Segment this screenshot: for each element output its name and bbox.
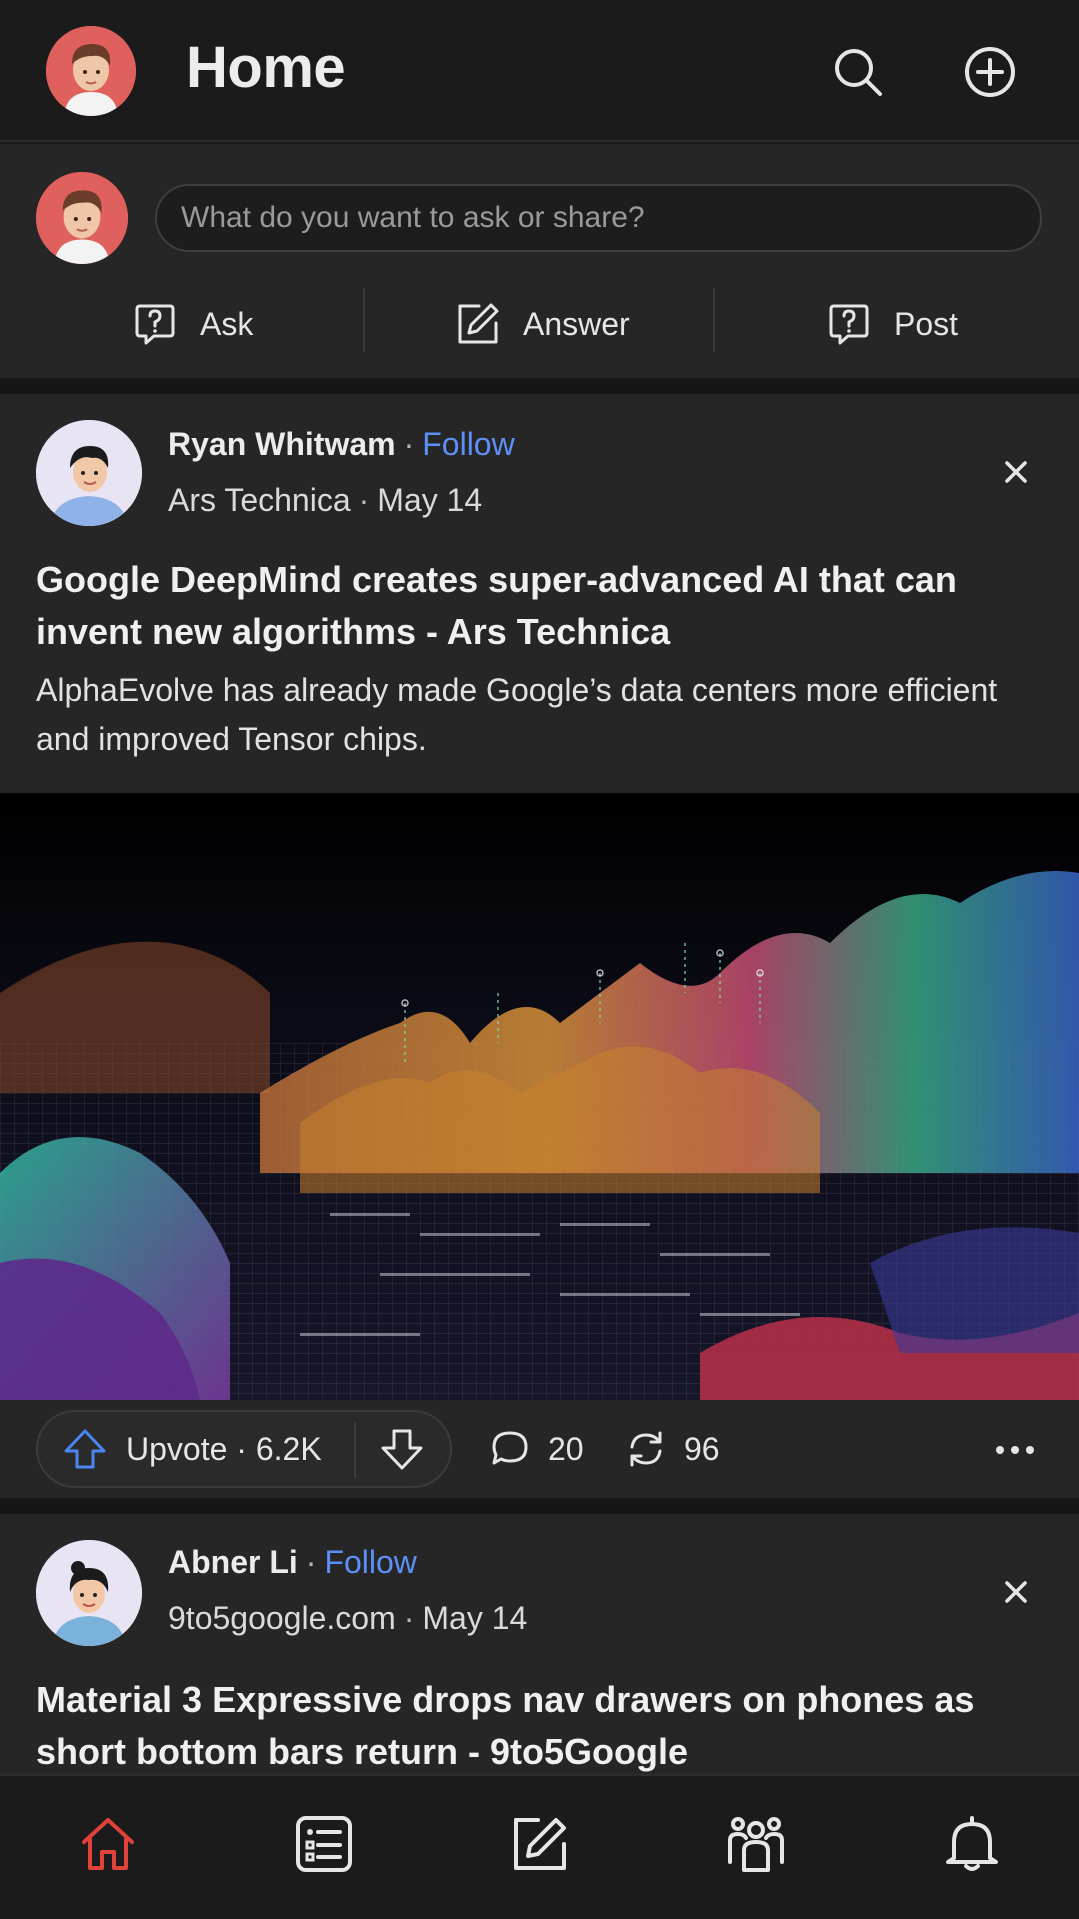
divider <box>713 288 715 352</box>
author-avatar[interactable] <box>36 1540 142 1646</box>
post-date: May 14 <box>377 482 483 518</box>
search-icon[interactable] <box>828 42 888 102</box>
source-line: 9to5google.com · May 14 <box>168 1600 528 1636</box>
post-date: May 14 <box>422 1600 528 1636</box>
comment-count: 20 <box>548 1430 584 1467</box>
composer: What do you want to ask or share? Ask An… <box>0 144 1079 378</box>
source-name[interactable]: Ars Technica <box>168 482 351 518</box>
ask-label: Ask <box>200 305 254 342</box>
bottom-nav <box>0 1774 1079 1919</box>
answer-button[interactable]: Answer <box>455 284 630 364</box>
reshare-icon <box>630 1431 662 1467</box>
bell-icon[interactable] <box>940 1812 1004 1876</box>
feed-icon[interactable] <box>292 1812 356 1876</box>
close-icon[interactable] <box>996 452 1036 492</box>
feed-separator <box>0 1498 1079 1514</box>
post-excerpt[interactable]: AlphaEvolve has already made Google’s da… <box>36 666 1046 764</box>
author-avatar[interactable] <box>36 420 142 526</box>
feed-separator <box>0 378 1079 394</box>
upvote-label: Upvote · 6.2K <box>126 1430 322 1467</box>
downvote-icon[interactable] <box>378 1425 426 1473</box>
home-icon[interactable] <box>76 1812 140 1876</box>
question-icon <box>829 304 869 345</box>
post-image[interactable] <box>0 793 1079 1400</box>
question-icon <box>135 304 175 345</box>
reshare-count: 96 <box>684 1430 720 1467</box>
upvote-button[interactable]: Upvote · 6.2K <box>62 1412 322 1486</box>
ask-share-input[interactable]: What do you want to ask or share? <box>155 184 1042 252</box>
user-avatar-icon <box>46 26 136 116</box>
author-name[interactable]: Ryan Whitwam <box>168 426 396 462</box>
author-line: Ryan Whitwam · Follow <box>168 426 515 462</box>
composer-avatar <box>36 172 128 264</box>
user-avatar-icon <box>36 172 128 264</box>
author-avatar-icon <box>36 420 142 526</box>
close-icon[interactable] <box>996 1572 1036 1612</box>
post-label: Post <box>894 305 959 342</box>
plus-circle-icon[interactable] <box>960 42 1020 102</box>
comments-button[interactable]: 20 <box>488 1420 584 1478</box>
feed-post[interactable]: Ryan Whitwam · Follow Ars Technica · May 14 … <box>0 394 1079 1498</box>
author-line: Abner Li · Follow <box>168 1544 417 1580</box>
feed-post[interactable]: Abner Li · Follow 9to5google.com · May 14 Ma… <box>0 1514 1079 1774</box>
pencil-icon <box>458 303 499 344</box>
write-icon[interactable] <box>508 1812 572 1876</box>
source-name[interactable]: 9to5google.com <box>168 1600 396 1636</box>
more-options-icon[interactable] <box>990 1430 1040 1470</box>
follow-button[interactable]: Follow <box>324 1544 416 1580</box>
comment-icon <box>492 1431 528 1465</box>
post-title[interactable]: Material 3 Expressive drops nav drawers … <box>36 1674 1036 1778</box>
composer-actions: Ask Answer Post <box>0 284 1079 364</box>
app-root: Home What do you want to ask or share? A… <box>0 0 1079 1919</box>
divider <box>363 288 365 352</box>
answer-label: Answer <box>523 305 630 342</box>
vote-pill: Upvote · 6.2K <box>36 1410 452 1488</box>
post-button[interactable]: Post <box>826 284 958 364</box>
post-title[interactable]: Google DeepMind creates super-advanced A… <box>36 554 1036 658</box>
reshare-button[interactable]: 96 <box>624 1420 720 1478</box>
page-title: Home <box>186 35 346 100</box>
spaces-icon[interactable] <box>724 1812 788 1876</box>
upvote-icon <box>64 1429 106 1469</box>
terrain-visualization-image <box>0 793 1079 1400</box>
source-line: Ars Technica · May 14 <box>168 482 483 518</box>
author-name[interactable]: Abner Li <box>168 1544 298 1580</box>
upvote-count: 6.2K <box>255 1430 322 1467</box>
top-bar: Home <box>0 0 1079 142</box>
follow-button[interactable]: Follow <box>422 426 514 462</box>
author-avatar-icon <box>36 1540 142 1646</box>
ask-button[interactable]: Ask <box>132 284 253 364</box>
user-avatar[interactable] <box>46 26 136 116</box>
